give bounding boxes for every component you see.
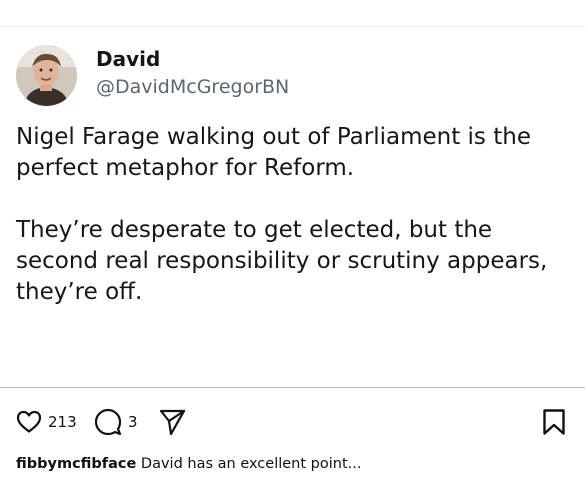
share-button[interactable] (158, 405, 186, 439)
send-icon (159, 409, 186, 436)
avatar (16, 45, 77, 106)
save-button[interactable] (542, 405, 566, 439)
like-button[interactable]: 213 (16, 405, 77, 439)
caption-text: David has an excellent point... (140, 456, 362, 472)
comment-icon (94, 408, 122, 436)
divider (0, 26, 585, 27)
post-caption: fibbymcfibface David has an excellent po… (16, 456, 361, 472)
post-image: David @DavidMcGregorBN Nigel Farage walk… (0, 0, 585, 388)
tweet-paragraph: They’re desperate to get elected, but th… (16, 217, 548, 305)
like-count: 213 (48, 413, 77, 431)
heart-icon (16, 410, 42, 433)
tweet-text: Nigel Farage walking out of Parliament i… (16, 122, 581, 308)
tweet-paragraph: Nigel Farage walking out of Parliament i… (16, 124, 531, 181)
avatar-image (16, 45, 77, 106)
author-name: David (96, 47, 161, 71)
comment-button[interactable]: 3 (94, 405, 138, 439)
caption-username[interactable]: fibbymcfibface (16, 456, 136, 472)
comment-count: 3 (128, 413, 138, 431)
post-actions: 213 3 (0, 405, 585, 439)
bookmark-icon (543, 409, 565, 435)
author-handle: @DavidMcGregorBN (96, 76, 290, 98)
